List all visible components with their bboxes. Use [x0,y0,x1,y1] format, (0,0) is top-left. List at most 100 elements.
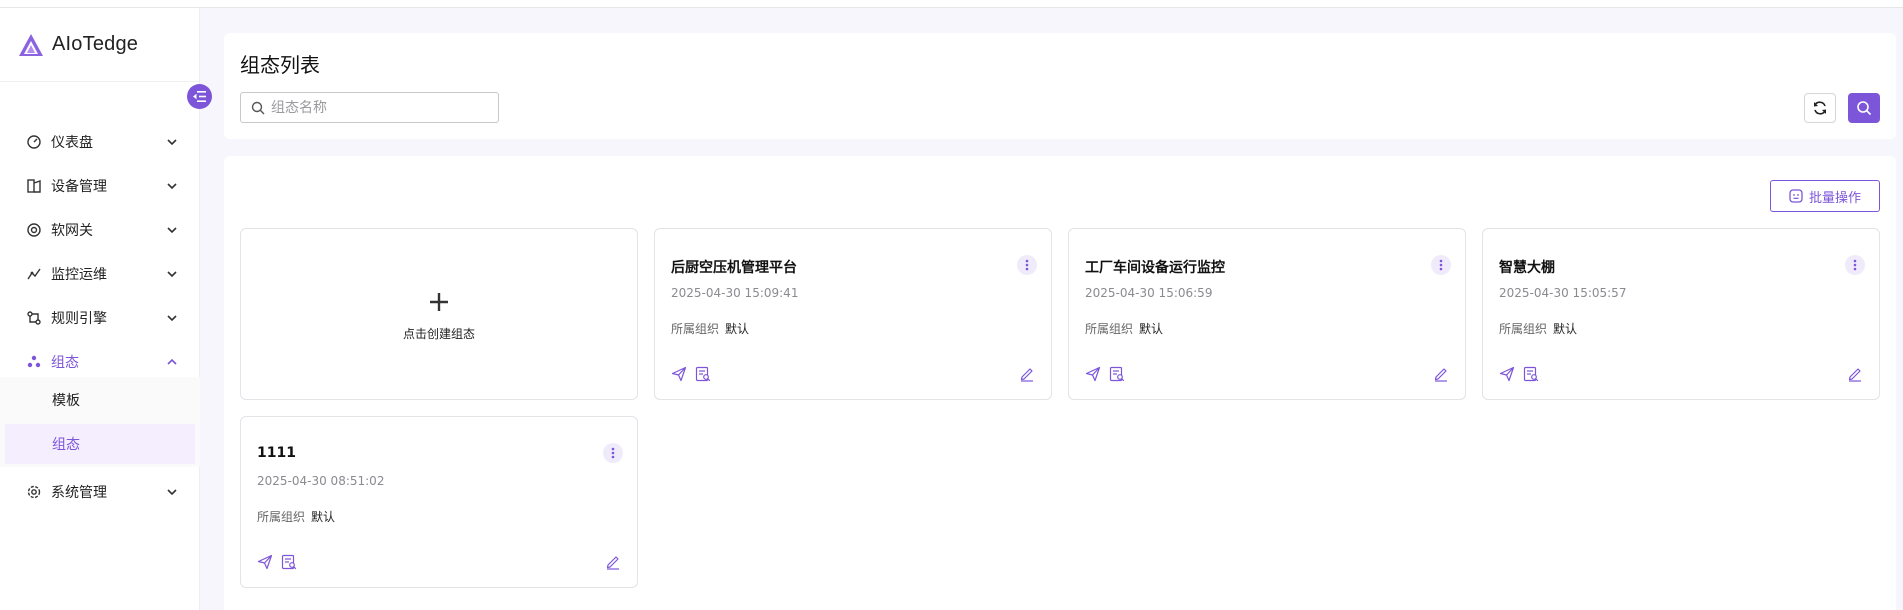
refresh-button[interactable] [1804,93,1836,123]
edit-button[interactable] [1019,366,1035,382]
card-org: 所属组织 默认 [1085,320,1163,337]
rule-engine-icon [26,310,42,326]
settings-gear-icon [26,484,42,500]
edit-pencil-icon [1020,368,1033,382]
org-label: 所属组织 [671,322,720,336]
configuration-card[interactable]: 后厨空压机管理平台 2025-04-30 15:09:41 所属组织 默认 [654,228,1052,400]
org-label: 所属组织 [1499,322,1548,336]
preview-button[interactable] [1523,366,1539,382]
preview-button[interactable] [695,366,711,382]
sidebar-item-rule-engine[interactable]: 规则引擎 [0,300,200,336]
more-options-button[interactable] [1017,255,1037,275]
sidebar-item-label: 设备管理 [51,179,107,195]
search-input[interactable] [271,99,491,116]
sidebar-item-monitoring-ops[interactable]: 监控运维 [0,256,200,292]
card-title: 智慧大棚 [1499,260,1555,276]
preview-icon [1523,366,1539,382]
submenu-item-label: 模板 [52,393,80,409]
batch-operation-button[interactable]: 批量操作 [1770,180,1880,212]
chevron-down-icon [166,136,178,148]
search-button[interactable] [1848,93,1880,123]
dashboard-gauge-icon [26,134,42,150]
send-icon [1499,366,1515,382]
more-vertical-icon [611,447,615,459]
org-label: 所属组织 [1085,322,1134,336]
edit-pencil-icon [606,556,619,570]
card-title: 工厂车间设备运行监控 [1085,260,1225,276]
chevron-down-icon [166,180,178,192]
publish-button[interactable] [1085,366,1101,382]
publish-button[interactable] [671,366,687,382]
sidebar-item-label: 监控运维 [51,267,107,283]
header-panel: 组态列表 [224,33,1896,139]
menu-fold-icon [193,91,206,102]
batch-operation-label: 批量操作 [1808,190,1861,206]
publish-button[interactable] [257,554,273,570]
sidebar-item-label: 组态 [51,355,79,371]
sidebar-item-system-management[interactable]: 系统管理 [0,474,200,510]
org-value: 默认 [1139,322,1164,336]
sidebar-item-device-management[interactable]: 设备管理 [0,168,200,204]
card-title: 1111 [257,445,296,461]
batch-icon [1789,189,1803,203]
search-icon [1857,101,1872,116]
edit-button[interactable] [1433,366,1449,382]
plus-icon [428,287,450,317]
gateway-icon [26,222,42,238]
card-org: 所属组织 默认 [1499,320,1577,337]
sidebar-item-label: 规则引擎 [51,311,107,327]
more-options-button[interactable] [1845,255,1865,275]
submenu-item-configuration[interactable]: 组态 [5,424,195,464]
search-box [240,92,499,123]
configuration-card[interactable]: 工厂车间设备运行监控 2025-04-30 15:06:59 所属组织 默认 [1068,228,1466,400]
configuration-icon [26,354,42,370]
edit-pencil-icon [1434,368,1447,382]
preview-icon [695,366,711,382]
refresh-icon [1814,101,1826,115]
more-vertical-icon [1439,259,1443,271]
preview-button[interactable] [1109,366,1125,382]
top-bar [0,0,1903,8]
create-configuration-label: 点击创建组态 [402,326,475,341]
logo: AIoTedge [0,8,199,82]
more-options-button[interactable] [1431,255,1451,275]
preview-icon [281,554,297,570]
configuration-card[interactable]: 智慧大棚 2025-04-30 15:05:57 所属组织 默认 [1482,228,1880,400]
org-label: 所属组织 [257,510,306,524]
more-options-button[interactable] [603,443,623,463]
sidebar-item-label: 系统管理 [51,485,107,501]
edit-button[interactable] [605,554,621,570]
org-value: 默认 [725,322,750,336]
more-vertical-icon [1853,259,1857,271]
card-org: 所属组织 默认 [671,320,749,337]
chevron-down-icon [166,486,178,498]
monitor-icon [26,266,42,282]
chevron-down-icon [166,268,178,280]
send-icon [671,366,687,382]
publish-button[interactable] [1499,366,1515,382]
chevron-down-icon [166,224,178,236]
card-timestamp: 2025-04-30 15:09:41 [671,286,799,300]
submenu-item-template[interactable]: 模板 [5,380,195,420]
card-title: 后厨空压机管理平台 [671,260,797,276]
card-timestamp: 2025-04-30 08:51:02 [257,474,385,488]
sidebar-item-dashboard[interactable]: 仪表盘 [0,124,200,160]
sidebar-item-label: 仪表盘 [51,135,93,151]
submenu-item-label: 组态 [52,437,80,453]
configuration-card[interactable]: 1111 2025-04-30 08:51:02 所属组织 默认 [240,416,638,588]
sidebar-item-configuration[interactable]: 组态 [0,344,200,380]
sidebar-item-soft-gateway[interactable]: 软网关 [0,212,200,248]
sidebar-collapse-button[interactable] [187,84,212,109]
create-configuration-card[interactable]: 点击创建组态 [240,228,638,400]
preview-button[interactable] [281,554,297,570]
card-timestamp: 2025-04-30 15:06:59 [1085,286,1213,300]
send-icon [257,554,273,570]
edit-button[interactable] [1847,366,1863,382]
app-name: AIoTedge [52,33,139,55]
search-icon [251,101,265,114]
edit-pencil-icon [1848,368,1861,382]
page-title: 组态列表 [240,53,320,77]
org-value: 默认 [311,510,336,524]
logo-icon [19,33,43,56]
configuration-list-panel: 批量操作 点击创建组态 后厨空压机管理平台 2025-04-30 15:09:4… [224,156,1896,610]
